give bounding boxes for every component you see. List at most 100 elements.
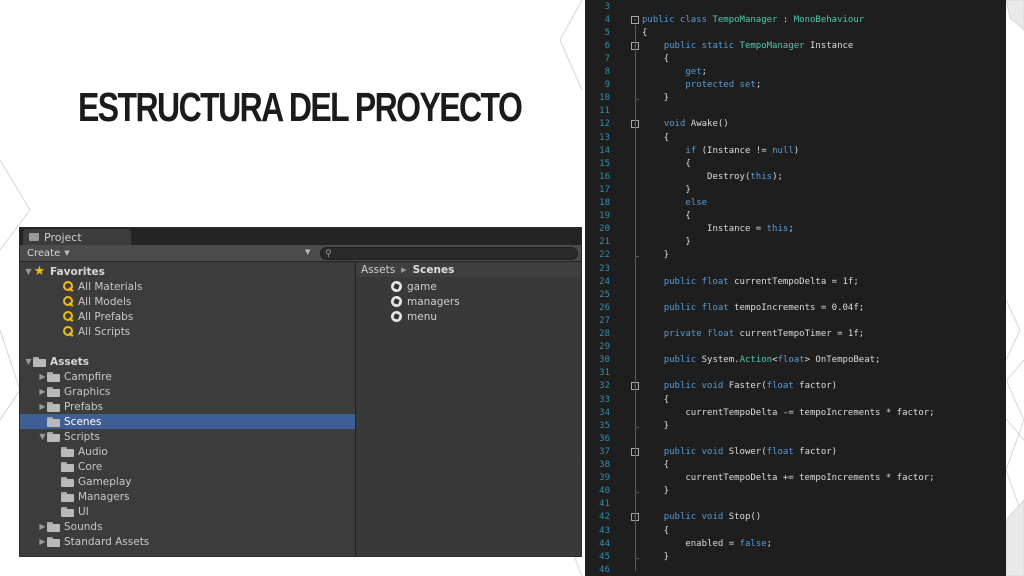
code-token: public float [663, 276, 729, 287]
breadcrumb-current[interactable]: Scenes [413, 264, 455, 276]
code-token: Instance = [642, 224, 767, 235]
code-line: 17 } [585, 184, 1006, 197]
code-text: { [642, 27, 647, 40]
code-text: protected set; [642, 79, 761, 92]
code-line: 11 [585, 105, 1006, 118]
line-number: 11 [599, 106, 610, 117]
line-number: 37 [599, 446, 610, 457]
collapse-arrow-icon[interactable]: ▶ [38, 522, 47, 531]
tree-item-all-models[interactable]: All Models [20, 294, 355, 309]
code-token: float [766, 446, 794, 457]
tree-item-label: Favorites [50, 265, 105, 278]
scene-item-menu[interactable]: menu [391, 309, 437, 324]
scene-item-game[interactable]: game [391, 279, 437, 294]
create-button-label: Create [27, 247, 61, 259]
folder-icon [47, 431, 60, 442]
tree-item-prefabs[interactable]: ▶ Prefabs [20, 399, 355, 414]
tree-item-ui[interactable]: UI [20, 504, 355, 519]
code-line: 27 [585, 315, 1006, 328]
code-line: 41 [585, 498, 1006, 511]
tab-project[interactable]: Project [23, 229, 131, 245]
line-number: 24 [599, 276, 610, 287]
folder-icon [47, 386, 60, 397]
expand-arrow-icon[interactable]: ▼ [24, 267, 33, 276]
scene-item-managers[interactable]: managers [391, 294, 460, 309]
code-token: Stop() [723, 512, 762, 523]
dropdown-arrow-icon: ▼ [64, 249, 70, 257]
code-text: } [642, 236, 690, 249]
expand-arrow-icon[interactable]: ▼ [24, 357, 33, 366]
line-number: 8 [604, 67, 610, 77]
code-text: enabled = false; [642, 538, 772, 551]
tree-item-sounds[interactable]: ▶ Sounds [20, 519, 355, 534]
tree-item-audio[interactable]: Audio [20, 444, 355, 459]
project-toolbar: Create ▼ ▼ ⚲ [20, 245, 581, 262]
line-number: 33 [599, 394, 610, 405]
collapse-arrow-icon[interactable]: ▶ [38, 402, 47, 411]
folder-icon [61, 461, 74, 472]
breadcrumb-root[interactable]: Assets [361, 264, 395, 276]
code-text: } [642, 249, 669, 262]
tree-item-assets[interactable]: ▼ Assets [20, 354, 355, 369]
line-number: 30 [599, 355, 610, 366]
code-token: float [777, 355, 805, 366]
collapse-arrow-icon[interactable]: ▶ [38, 387, 47, 396]
line-number: 14 [599, 145, 610, 156]
code-text: } [642, 485, 669, 498]
code-line: 13 { [585, 132, 1006, 145]
unity-scene-icon [391, 296, 402, 307]
fold-toggle-icon[interactable]: - [631, 15, 639, 24]
search-input[interactable]: ⚲ [320, 247, 578, 260]
unity-scene-icon [391, 311, 402, 322]
code-line: 24 public float currentTempoDelta = 1f; [585, 276, 1006, 289]
tree-item-campfire[interactable]: ▶ Campfire [20, 369, 355, 384]
tree-item-standard-assets[interactable]: ▶ Standard Assets [20, 534, 355, 549]
tree-item-all-materials[interactable]: All Materials [20, 279, 355, 294]
scene-item-label: menu [407, 310, 437, 323]
outline-guide [635, 456, 636, 493]
create-button[interactable]: Create ▼ [27, 248, 70, 259]
collapse-arrow-icon[interactable]: ▶ [38, 372, 47, 381]
line-number: 38 [599, 460, 610, 470]
code-text: private float currentTempoTimer = 1f; [642, 328, 865, 341]
line-number: 31 [599, 368, 610, 379]
tree-item-label: Core [78, 460, 103, 473]
tree-item-label: All Models [78, 295, 132, 308]
collapse-arrow-icon[interactable]: ▶ [38, 537, 47, 546]
expand-arrow-icon[interactable]: ▼ [38, 432, 47, 441]
code-editor[interactable]: 3 4- public class TempoManager : MonoBehav… [585, 0, 1006, 576]
code-token: currentTempoDelta = 1f; [728, 276, 859, 287]
line-number: 16 [599, 171, 610, 182]
search-filter-dropdown-icon[interactable]: ▼ [305, 248, 315, 258]
tree-item-all-prefabs[interactable]: All Prefabs [20, 309, 355, 324]
outline-guide-end [635, 426, 639, 428]
tree-item-core[interactable]: Core [20, 459, 355, 474]
code-line: 42- public void Stop() [585, 511, 1006, 524]
tree-item-graphics[interactable]: ▶ Graphics [20, 384, 355, 399]
code-line: 32- public void Faster(float factor) [585, 380, 1006, 393]
outline-guide-end [635, 557, 639, 559]
tree-item-gameplay[interactable]: Gameplay [20, 474, 355, 489]
tree-item-favorites[interactable]: ▼ ★ Favorites [20, 264, 355, 279]
tree-item-scenes[interactable]: Scenes [20, 414, 355, 429]
project-tab-icon [29, 233, 39, 241]
line-number: 17 [599, 184, 610, 195]
code-token: currentTempoTimer = 1f; [734, 329, 865, 339]
code-line: 31 [585, 367, 1006, 380]
code-line: 12- void Awake() [585, 118, 1006, 131]
tree-item-managers[interactable]: Managers [20, 489, 355, 504]
code-text: { [642, 132, 669, 145]
tree-item-scripts[interactable]: ▼ Scripts [20, 429, 355, 444]
code-token: > OnTempoBeat; [804, 355, 881, 366]
code-text: public static TempoManager Instance [642, 40, 854, 53]
line-number: 20 [599, 224, 610, 235]
tree-item-label: Audio [78, 445, 108, 458]
tree-item-label: Standard Assets [64, 535, 150, 548]
folder-icon [47, 416, 60, 427]
tree-item-all-scripts[interactable]: All Scripts [20, 324, 355, 339]
code-line: 45 } [585, 551, 1006, 564]
